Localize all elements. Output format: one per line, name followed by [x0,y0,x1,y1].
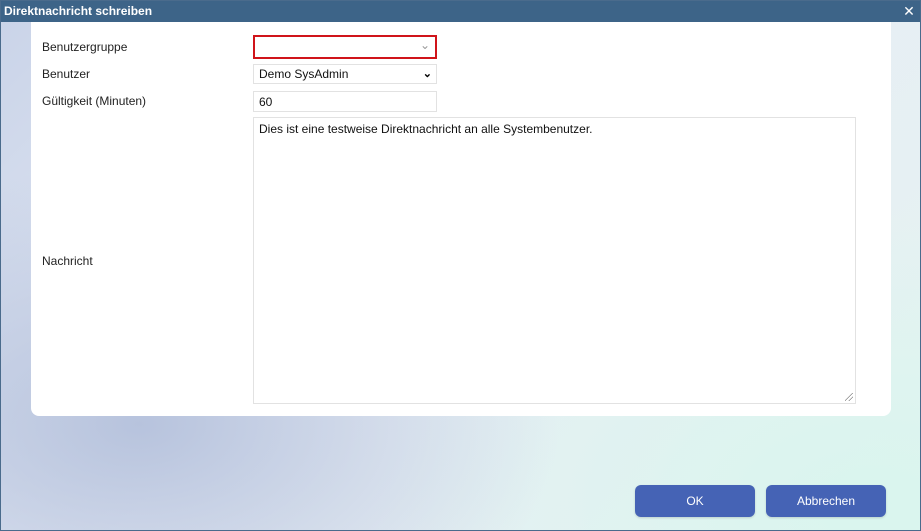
user-value: Demo SysAdmin [259,67,349,81]
user-select[interactable]: Demo SysAdmin ⌄ [253,64,437,84]
message-textarea[interactable]: Dies ist eine testweise Direktnachricht … [253,117,856,404]
dialog-window: Direktnachricht schreiben ✕ Benutzergrup… [0,0,921,531]
validity-input[interactable]: 60 [253,91,437,112]
chevron-down-icon: ⌄ [422,68,432,80]
form-panel: Benutzergruppe ⌄ Benutzer Demo SysAdmin … [31,22,891,416]
resize-grip-icon[interactable] [845,393,853,401]
message-value: Dies ist eine testweise Direktnachricht … [259,122,593,136]
user-group-label: Benutzergruppe [42,40,128,54]
validity-label: Gültigkeit (Minuten) [42,94,147,108]
user-group-select[interactable]: ⌄ [253,35,437,59]
chevron-down-icon: ⌄ [419,38,430,52]
message-label: Nachricht [42,254,93,268]
cancel-button[interactable]: Abbrechen [766,485,886,517]
user-label: Benutzer [42,67,91,81]
dialog-title: Direktnachricht schreiben [4,4,153,18]
validity-value: 60 [259,95,273,109]
dialog-titlebar[interactable]: Direktnachricht schreiben ✕ [1,1,920,22]
ok-button[interactable]: OK [635,485,755,517]
close-icon[interactable]: ✕ [902,1,916,22]
